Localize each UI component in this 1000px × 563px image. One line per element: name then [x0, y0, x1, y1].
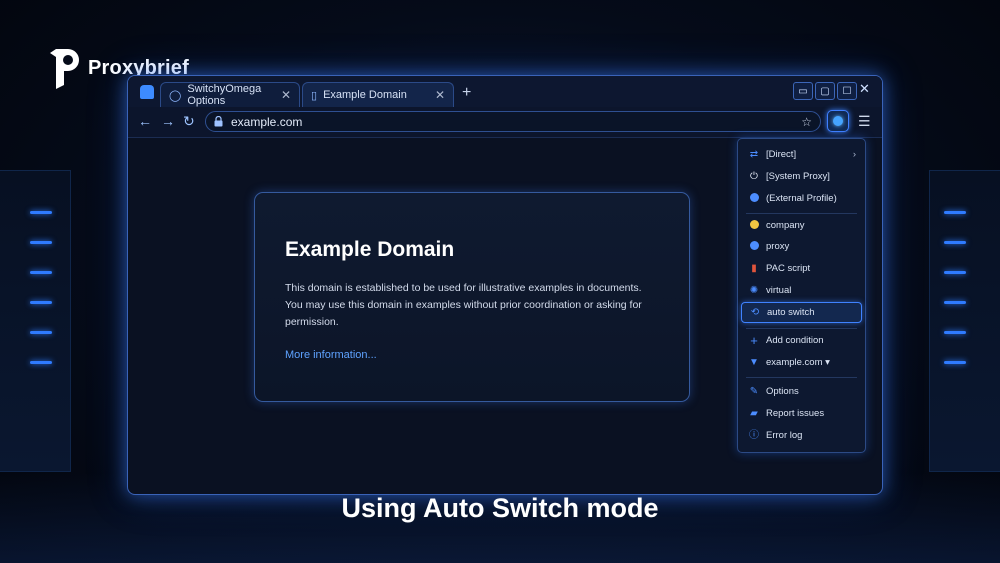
menu-item-external-profile[interactable]: (External Profile)	[741, 189, 862, 208]
maximize-button[interactable]: ☐	[837, 82, 857, 100]
restore-icon: ▢	[820, 85, 830, 97]
menu-item-label: proxy	[766, 241, 790, 252]
menu-item-label: Report issues	[766, 408, 825, 419]
tab-switchyomega-options[interactable]: ◯ SwitchyOmega Options ✕	[160, 82, 300, 107]
lock-icon	[214, 116, 223, 127]
tab-close-icon[interactable]: ✕	[435, 88, 445, 102]
menu-item-label: auto switch	[767, 307, 815, 318]
virtual-icon: ✺	[749, 284, 759, 296]
page-content-card: Example Domain This domain is establishe…	[254, 192, 690, 402]
globe-icon: ◯	[169, 89, 182, 102]
hamburger-menu-icon[interactable]: ☰	[858, 113, 871, 130]
menu-item-company[interactable]: company	[741, 216, 862, 235]
menu-item-proxy[interactable]: proxy	[741, 237, 862, 256]
server-rack-left	[0, 170, 71, 472]
tab-close-icon[interactable]: ✕	[281, 88, 291, 102]
menu-item-condition-domain[interactable]: ▼ example.com ▾	[741, 353, 862, 372]
info-icon: ⓘ	[749, 429, 759, 441]
proxy-profile-menu: ⇄ [Direct] › ⏻ [System Proxy] (External …	[737, 138, 866, 453]
reload-icon[interactable]: ↻	[183, 113, 195, 130]
menu-divider	[746, 213, 857, 214]
menu-item-auto-switch[interactable]: ⟲ auto switch	[741, 302, 862, 323]
address-bar[interactable]: example.com ☆	[205, 111, 821, 132]
menu-item-report-issues[interactable]: ▰ Report issues	[741, 404, 862, 423]
wrench-icon: ✎	[749, 385, 759, 397]
menu-item-label: PAC script	[766, 263, 811, 274]
minimize-button[interactable]: ▭	[793, 82, 813, 100]
direct-arrows-icon: ⇄	[749, 148, 759, 160]
chat-icon: ▰	[750, 407, 758, 419]
proxybrief-logo-icon	[50, 49, 79, 89]
company-globe-icon	[749, 219, 759, 232]
extension-globe-icon	[833, 116, 843, 126]
app-menu-icon[interactable]	[140, 85, 154, 99]
forward-arrow-icon[interactable]: →	[161, 113, 175, 129]
external-globe-icon	[749, 192, 759, 205]
minimize-icon: ▭	[798, 85, 808, 97]
caption-title: Using Auto Switch mode	[341, 493, 659, 523]
menu-item-label: virtual	[766, 285, 792, 296]
menu-item-add-condition[interactable]: + Add condition	[741, 331, 862, 350]
page-heading: Example Domain	[285, 238, 455, 261]
tab-label: Example Domain	[323, 89, 407, 101]
proxy-globe-icon	[749, 240, 759, 253]
page-paragraph: This domain is established to be used fo…	[285, 282, 642, 328]
bookmark-star-icon[interactable]: ☆	[801, 115, 812, 129]
menu-item-error-log[interactable]: ⓘ Error log	[741, 426, 862, 445]
close-window-button[interactable]: ✕	[859, 81, 870, 97]
menu-item-label: (External Profile)	[766, 193, 837, 204]
url-text: example.com	[231, 114, 303, 129]
maximize-icon: ☐	[842, 85, 852, 97]
menu-item-direct[interactable]: ⇄ [Direct] ›	[741, 145, 862, 164]
filter-icon: ▼	[749, 356, 759, 368]
menu-item-label: company	[766, 220, 805, 231]
tab-label: SwitchyOmega Options	[187, 83, 262, 107]
menu-divider	[746, 377, 857, 378]
auto-switch-icon: ⟲	[750, 306, 760, 318]
restore-button[interactable]: ▢	[815, 82, 835, 100]
menu-divider	[746, 328, 857, 329]
tab-bar: ◯ SwitchyOmega Options ✕ ▯ Example Domai…	[128, 76, 882, 108]
menu-item-virtual[interactable]: ✺ virtual	[741, 281, 862, 300]
back-arrow-icon[interactable]: ←	[138, 113, 152, 129]
pac-file-icon: ▮	[751, 262, 757, 274]
tab-example-domain[interactable]: ▯ Example Domain ✕	[302, 82, 454, 107]
menu-item-system-proxy[interactable]: ⏻ [System Proxy]	[741, 167, 862, 186]
browser-toolbar: ← → ↻ example.com ☆ ☰	[128, 107, 882, 138]
server-rack-right	[929, 170, 1000, 472]
menu-item-label: example.com ▾	[766, 357, 830, 368]
menu-item-options[interactable]: ✎ Options	[741, 382, 862, 401]
menu-item-label: Options	[766, 386, 799, 397]
switchyomega-extension-button[interactable]	[827, 110, 849, 132]
menu-item-label: Error log	[766, 430, 803, 441]
new-tab-button[interactable]: +	[462, 84, 471, 102]
more-information-link[interactable]: More information...	[285, 349, 377, 361]
power-icon: ⏻	[750, 170, 758, 182]
menu-item-pac-script[interactable]: ▮ PAC script	[741, 259, 862, 278]
menu-item-label: [System Proxy]	[766, 171, 830, 182]
plus-icon: +	[750, 332, 758, 348]
menu-item-label: [Direct]	[766, 149, 797, 160]
menu-item-label: Add condition	[766, 335, 824, 346]
chevron-right-icon: ›	[852, 149, 856, 160]
page-icon: ▯	[311, 89, 318, 102]
